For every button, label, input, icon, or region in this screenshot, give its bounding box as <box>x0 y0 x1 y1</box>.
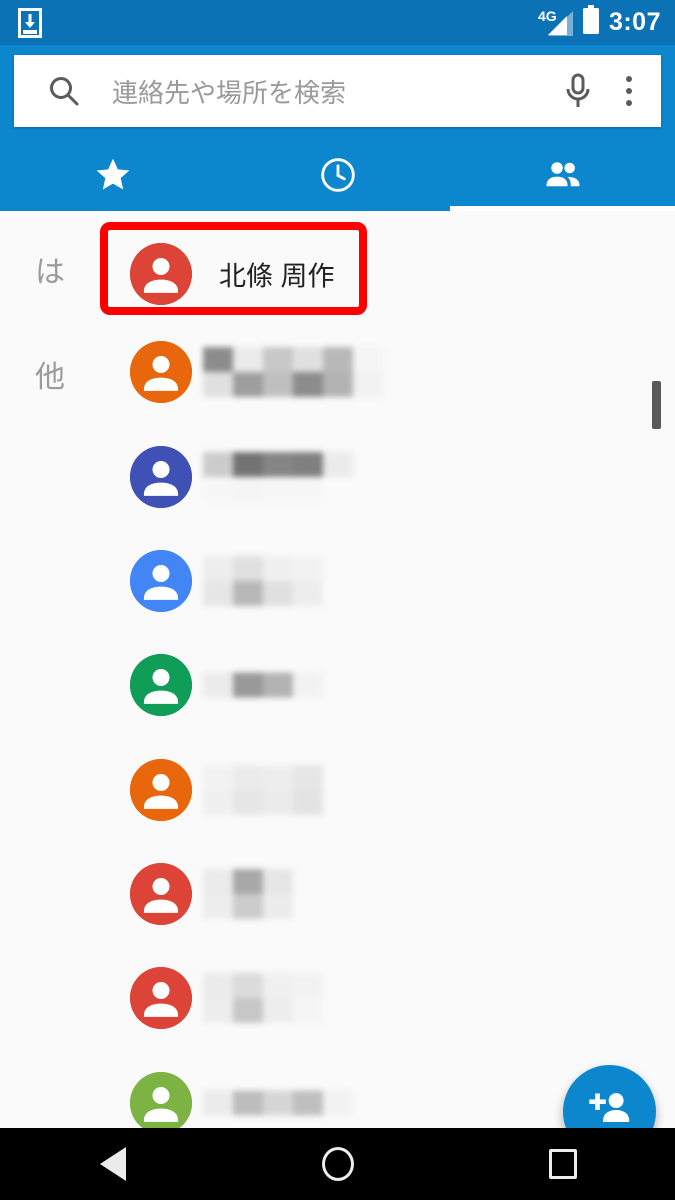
tab-recents[interactable] <box>225 143 450 211</box>
contact-row[interactable] <box>0 738 675 842</box>
contact-row[interactable] <box>0 529 675 633</box>
contact-list[interactable]: は他 北條 周作 <box>0 211 675 1128</box>
search-icon <box>48 75 80 107</box>
contact-avatar-icon <box>130 550 192 612</box>
contact-row[interactable] <box>0 633 675 737</box>
contact-name-redacted <box>203 973 323 1023</box>
contact-row[interactable] <box>0 842 675 946</box>
contact-row[interactable] <box>0 320 675 424</box>
contact-avatar-icon <box>130 863 192 925</box>
more-vert-icon[interactable] <box>603 55 655 127</box>
back-triangle-icon <box>99 1147 126 1181</box>
nav-home-button[interactable] <box>288 1128 388 1200</box>
contact-avatar-icon <box>130 341 192 403</box>
contact-name-redacted <box>203 1090 353 1116</box>
microphone-icon[interactable] <box>561 72 595 110</box>
search-input[interactable]: 連絡先や場所を検索 <box>112 73 561 110</box>
tab-bar <box>0 143 675 211</box>
recents-square-icon <box>548 1149 577 1179</box>
app-bar: 連絡先や場所を検索 <box>0 45 675 211</box>
star-icon <box>93 155 133 200</box>
contact-name-redacted <box>203 347 383 397</box>
download-indicator-icon <box>18 8 42 43</box>
contact-avatar-icon <box>130 759 192 821</box>
search-bar[interactable]: 連絡先や場所を検索 <box>14 55 661 127</box>
status-bar: 4G 3:07 <box>0 0 675 45</box>
status-bar-right-group: 4G 3:07 <box>537 0 661 45</box>
scrollbar-thumb[interactable] <box>652 381 661 429</box>
contact-row[interactable] <box>0 946 675 1050</box>
contact-avatar-icon <box>130 654 192 716</box>
contact-name-redacted <box>203 556 323 606</box>
home-circle-icon <box>321 1147 354 1181</box>
contact-name-redacted <box>203 765 323 815</box>
tab-contacts[interactable] <box>450 143 675 211</box>
signal-bars-icon: 4G <box>537 7 573 37</box>
clock-icon <box>318 155 358 200</box>
contact-avatar-icon <box>130 243 192 305</box>
network-type-label: 4G <box>537 7 557 24</box>
people-icon <box>542 154 584 201</box>
contact-name-redacted <box>203 672 323 698</box>
nav-back-button[interactable] <box>63 1128 163 1200</box>
contact-row[interactable] <box>0 425 675 529</box>
contact-name: 北條 周作 <box>219 261 335 292</box>
contact-avatar-icon <box>130 446 192 508</box>
nav-recents-button[interactable] <box>513 1128 613 1200</box>
contact-name-redacted <box>203 869 293 919</box>
contact-avatar-icon <box>130 1072 192 1128</box>
battery-full-icon <box>582 5 600 40</box>
contact-name-redacted <box>203 452 353 502</box>
status-bar-clock: 3:07 <box>608 8 661 36</box>
contact-row[interactable]: 北條 周作 <box>0 222 675 326</box>
contact-avatar-icon <box>130 967 192 1029</box>
tab-favorites[interactable] <box>0 143 225 211</box>
android-navigation-bar <box>0 1128 675 1200</box>
